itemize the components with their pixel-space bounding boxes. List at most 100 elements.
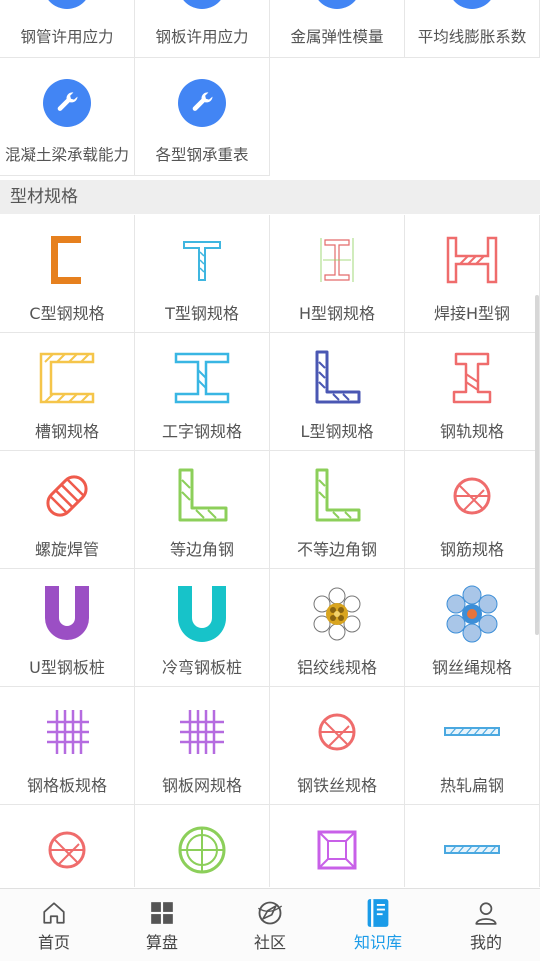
wrench-icon — [313, 0, 361, 9]
profile-label: 钢丝绳规格 — [431, 658, 512, 677]
wrench-icon — [43, 0, 91, 9]
square-pipe-icon — [317, 830, 357, 870]
wrench-icon — [178, 79, 226, 127]
profile-label: 热轧扁钢 — [439, 776, 504, 795]
rail-icon — [452, 352, 492, 404]
h-beam-drawing-icon — [320, 238, 354, 282]
profile-item[interactable]: 铝绞线规格 — [270, 569, 405, 687]
profile-label: 钢格板规格 — [26, 776, 107, 795]
profile-label: U型钢板桩 — [29, 658, 105, 677]
tools-grid: 钢管许用应力 钢板许用应力 金属弹性模量 平均线膨胀系数 混凝土梁承载能力 各型… — [0, 0, 540, 176]
tool-item[interactable]: 各型钢承重表 — [135, 58, 270, 176]
tool-label: 钢板许用应力 — [155, 28, 249, 46]
section-title: 型材规格 — [0, 180, 540, 214]
tool-item[interactable]: 平均线膨胀系数 — [405, 0, 540, 58]
tab-home[interactable]: 首页 — [0, 889, 108, 961]
wrench-icon — [448, 0, 496, 9]
unequal-angle-icon — [315, 468, 361, 522]
t-beam-icon — [183, 241, 221, 281]
compass-icon — [257, 901, 283, 925]
tool-label: 金属弹性模量 — [290, 28, 384, 46]
welded-h-beam-icon — [446, 236, 498, 284]
profile-item[interactable]: 螺旋焊管 — [0, 451, 135, 569]
profile-label: 螺旋焊管 — [34, 540, 99, 559]
rebar-icon — [453, 477, 491, 515]
profile-item[interactable]: U型钢板桩 — [0, 569, 135, 687]
profile-item[interactable]: T型钢规格 — [135, 215, 270, 333]
round-bar-icon — [48, 831, 86, 869]
profile-item[interactable]: 钢轨规格 — [405, 333, 540, 451]
profile-label: 焊接H型钢 — [433, 304, 511, 323]
bottom-tab-bar: 首页 算盘 社区 知识库 我的 — [0, 888, 540, 961]
profile-item[interactable] — [135, 805, 270, 887]
profile-label: H型钢规格 — [298, 304, 376, 323]
profile-item[interactable]: H型钢规格 — [270, 215, 405, 333]
tool-item[interactable]: 金属弹性模量 — [270, 0, 405, 58]
grating-icon — [47, 710, 89, 754]
tab-community[interactable]: 社区 — [216, 889, 324, 961]
profile-label: 钢板网规格 — [161, 776, 242, 795]
tool-item[interactable]: 钢板许用应力 — [135, 0, 270, 58]
tab-label: 算盘 — [145, 933, 178, 952]
profile-item[interactable]: 槽钢规格 — [0, 333, 135, 451]
book-icon — [367, 899, 389, 927]
tool-item[interactable]: 混凝土梁承载能力 — [0, 58, 135, 176]
profile-item[interactable]: 冷弯钢板桩 — [135, 569, 270, 687]
tab-label: 我的 — [469, 933, 502, 952]
wrench-icon — [43, 79, 91, 127]
profile-item[interactable] — [270, 805, 405, 887]
profile-label: 钢铁丝规格 — [296, 776, 377, 795]
tab-abacus[interactable]: 算盘 — [108, 889, 216, 961]
empty-cell — [405, 58, 540, 176]
profiles-grid: C型钢规格 T型钢规格 H型钢规格 焊接H型钢 槽钢规格 工字钢规格 L型钢规格… — [0, 215, 540, 887]
profile-label: 槽钢规格 — [34, 422, 99, 441]
grid-icon — [151, 902, 173, 924]
profile-label: 等边角钢 — [169, 540, 234, 559]
profile-label: L型钢规格 — [300, 422, 374, 441]
tab-label: 社区 — [253, 933, 286, 952]
mesh-icon — [180, 710, 224, 754]
tab-profile[interactable]: 我的 — [432, 889, 540, 961]
equal-angle-icon — [178, 468, 228, 522]
c-channel-icon — [51, 236, 81, 284]
flat-strip-icon — [444, 845, 500, 854]
profile-label: C型钢规格 — [29, 304, 105, 323]
profile-item[interactable]: 钢格板规格 — [0, 687, 135, 805]
i-beam-icon — [174, 352, 230, 404]
profile-label: 钢轨规格 — [439, 422, 504, 441]
profile-item[interactable]: L型钢规格 — [270, 333, 405, 451]
home-icon — [43, 902, 65, 924]
tool-label: 钢管许用应力 — [20, 28, 114, 46]
profile-item[interactable]: 钢丝绳规格 — [405, 569, 540, 687]
round-pipe-icon — [178, 826, 226, 874]
profile-item[interactable]: 热轧扁钢 — [405, 687, 540, 805]
profile-item[interactable]: 等边角钢 — [135, 451, 270, 569]
channel-steel-icon — [39, 352, 95, 404]
profile-item[interactable]: 钢板网规格 — [135, 687, 270, 805]
profile-item[interactable] — [405, 805, 540, 887]
cold-formed-pile-icon — [178, 586, 226, 642]
profile-label: 不等边角钢 — [296, 540, 377, 559]
profile-item[interactable]: 钢铁丝规格 — [270, 687, 405, 805]
tab-label: 首页 — [37, 933, 70, 952]
profile-item[interactable]: 工字钢规格 — [135, 333, 270, 451]
empty-cell — [270, 58, 405, 176]
profile-item[interactable]: C型钢规格 — [0, 215, 135, 333]
profile-item[interactable]: 钢筋规格 — [405, 451, 540, 569]
aluminum-strand-icon — [313, 587, 361, 641]
profile-item[interactable]: 不等边角钢 — [270, 451, 405, 569]
tool-label: 平均线膨胀系数 — [417, 28, 527, 46]
profile-item[interactable] — [0, 805, 135, 887]
u-sheet-pile-icon — [45, 586, 89, 640]
spiral-pipe-icon — [46, 475, 88, 517]
profile-label: 铝绞线规格 — [296, 658, 377, 677]
profile-label: 工字钢规格 — [161, 422, 242, 441]
tab-knowledge-base[interactable]: 知识库 — [324, 889, 432, 961]
profile-label: 冷弯钢板桩 — [161, 658, 242, 677]
scrollbar[interactable] — [535, 295, 539, 635]
tool-item[interactable]: 钢管许用应力 — [0, 0, 135, 58]
profile-label: T型钢规格 — [165, 304, 239, 323]
profile-item[interactable]: 焊接H型钢 — [405, 215, 540, 333]
tool-label: 各型钢承重表 — [155, 146, 249, 164]
tab-label: 知识库 — [353, 933, 402, 952]
